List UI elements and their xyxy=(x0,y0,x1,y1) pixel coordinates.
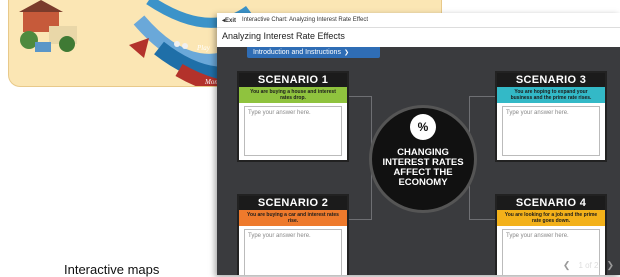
page-indicator: 1 of 2 xyxy=(578,261,599,270)
percent-icon: % xyxy=(410,114,436,140)
scenario-2-subtitle: You are buying a car and interest rates … xyxy=(239,210,347,226)
scenario-3-title: SCENARIO 3 xyxy=(497,73,605,87)
center-line-4: ECONOMY xyxy=(398,177,448,188)
title-path: Interactive Chart: Analyzing Interest Ra… xyxy=(242,17,368,23)
scenario-2-card: SCENARIO 2 You are buying a car and inte… xyxy=(237,194,349,275)
pager: ❮ 1 of 2 ❯ xyxy=(563,260,614,271)
exit-button[interactable]: ◂Exit xyxy=(222,17,236,24)
exit-label: Exit xyxy=(225,17,237,24)
connector-line xyxy=(345,96,372,157)
scenario-2-title: SCENARIO 2 xyxy=(239,196,347,210)
chevron-left-icon[interactable]: ❮ xyxy=(563,260,571,271)
introduction-instructions-button[interactable]: Introduction and Instructions ❯ xyxy=(247,47,380,58)
chevron-down-icon: ❯ xyxy=(343,50,349,56)
center-topic-circle: % CHANGING INTEREST RATES AFFECT THE ECO… xyxy=(369,105,477,213)
scenario-3-card: SCENARIO 3 You are hoping to expand your… xyxy=(495,71,607,162)
window-titlebar: ◂Exit Interactive Chart: Analyzing Inter… xyxy=(217,13,620,28)
chevron-right-icon[interactable]: ❯ xyxy=(606,260,614,271)
scenario-4-title: SCENARIO 4 xyxy=(497,196,605,210)
scenario-4-subtitle: You are looking for a job and the prime … xyxy=(497,210,605,226)
interactive-chart-window: ◂Exit Interactive Chart: Analyzing Inter… xyxy=(217,13,620,275)
center-topic-text: CHANGING INTEREST RATES AFFECT THE ECONO… xyxy=(372,148,474,188)
arrow-label-play: Play xyxy=(196,44,211,52)
scenario-1-answer-field[interactable]: Type your answer here. xyxy=(244,106,342,156)
chart-stage: Introduction and Instructions ❯ SCENARIO … xyxy=(217,47,620,275)
scenario-1-title: SCENARIO 1 xyxy=(239,73,347,87)
scenario-1-card: SCENARIO 1 You are buying a house and in… xyxy=(237,71,349,162)
scenario-3-answer-field[interactable]: Type your answer here. xyxy=(502,106,600,156)
scenario-3-subtitle: You are hoping to expand your business a… xyxy=(497,87,605,103)
intro-button-label: Introduction and Instructions xyxy=(253,49,341,56)
scenario-1-subtitle: You are buying a house and interest rate… xyxy=(239,87,347,103)
page-title: Analyzing Interest Rate Effects xyxy=(222,31,345,41)
scenario-2-answer-field[interactable]: Type your answer here. xyxy=(244,229,342,275)
connector-line xyxy=(345,159,372,220)
